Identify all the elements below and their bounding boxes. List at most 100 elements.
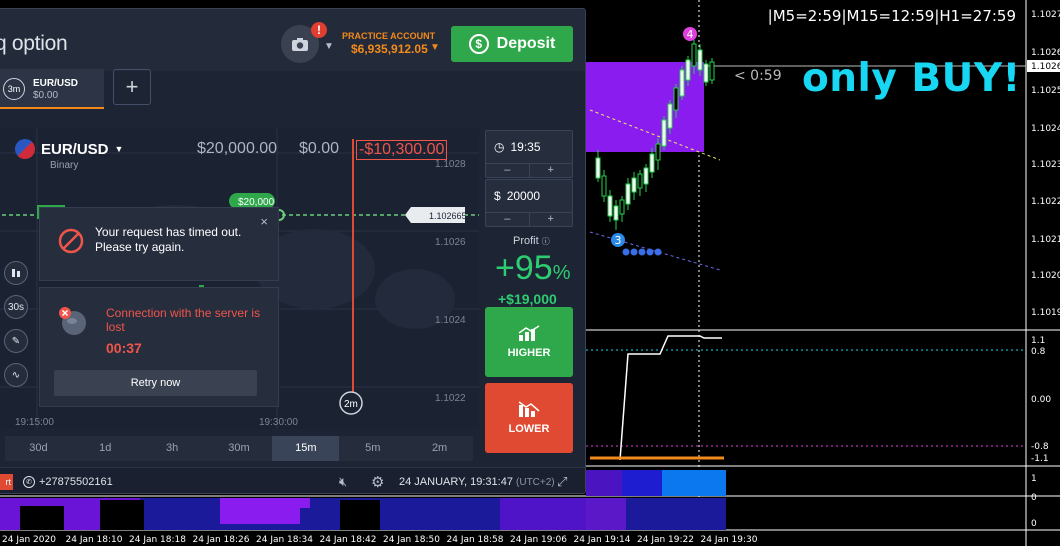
- iq-price-tick: 1.1028: [435, 159, 466, 170]
- expiry-time-value: 19:35: [510, 140, 541, 154]
- expiry-time-field[interactable]: ◷ 19:35 – +: [485, 130, 573, 178]
- profit-label-text: Profit: [513, 235, 539, 247]
- asset-tab-eurusd[interactable]: 3m EUR/USD $0.00: [0, 69, 104, 109]
- mt-indicator-tick: 1.1: [1031, 336, 1045, 346]
- timeout-message: Your request has timed out. Please try a…: [95, 225, 242, 254]
- period-2m[interactable]: 2m: [406, 436, 473, 461]
- tab-timeframe: 3m: [3, 78, 25, 100]
- mt-candle: [619, 199, 625, 215]
- account-balance[interactable]: $6,935,912.05: [351, 42, 428, 56]
- chart-type-button[interactable]: [4, 261, 28, 285]
- eu-us-flag-icon: [15, 139, 35, 159]
- lower-label: LOWER: [508, 423, 550, 435]
- iq-option-window: q option ! ▼ PRACTICE ACCOUNT $6,935,912…: [0, 8, 586, 494]
- mt-candle: [625, 183, 631, 205]
- investment-plus-button[interactable]: +: [528, 213, 573, 226]
- mt-indicator-tick: 0.00: [1031, 395, 1051, 405]
- mt-time-tick: 24 Jan 18:34: [256, 535, 313, 545]
- mt-bar-countdown: < 0:59: [734, 68, 782, 84]
- mt-price-tick: 1.1026: [1031, 48, 1060, 58]
- mt-indicator-tick: -1.1: [1031, 454, 1049, 464]
- indicator-wave-icon: ∿: [11, 369, 21, 381]
- mt-time-tick: 24 Jan 18:50: [383, 535, 440, 545]
- mt-price-tick: 1.1022: [1031, 197, 1060, 207]
- mt-lower-tick: 0: [1031, 493, 1037, 503]
- iq-expiry-badge: 2m: [344, 399, 358, 410]
- mt-time-tick: 24 Jan 18:26: [193, 535, 250, 545]
- clock-icon: ◷: [494, 140, 505, 154]
- expiry-minus-button[interactable]: –: [486, 164, 529, 177]
- chevron-down-icon[interactable]: ▼: [324, 41, 334, 52]
- expiry-plus-button[interactable]: +: [528, 164, 573, 177]
- mt-candle: [703, 63, 709, 83]
- amount-loss: -$10,300.00: [356, 140, 448, 160]
- retry-button[interactable]: Retry now: [54, 370, 257, 396]
- add-tab-button[interactable]: +: [113, 69, 151, 105]
- gear-icon[interactable]: ⚙: [371, 473, 384, 491]
- higher-button[interactable]: HIGHER: [485, 307, 573, 377]
- asset-name: EUR/USD: [41, 140, 109, 158]
- mt-candle: [637, 173, 643, 189]
- investment-value: 20000: [506, 189, 541, 203]
- chart-up-icon: [518, 325, 540, 341]
- period-15m[interactable]: 15m: [272, 436, 340, 461]
- mt-candle: [595, 157, 601, 179]
- iq-footer: rt ✆ +27875502161 🔇︎ ⚙ 24 JANUARY, 19:31…: [0, 467, 585, 493]
- mt-candle: [709, 61, 715, 81]
- reconnect-timer: 00:37: [106, 340, 142, 356]
- investment-field[interactable]: $20000 – +: [485, 179, 573, 227]
- deposit-button[interactable]: $ Deposit: [451, 26, 573, 62]
- fullscreen-icon[interactable]: ⤢: [557, 474, 567, 490]
- period-5m[interactable]: 5m: [339, 436, 406, 461]
- asset-selector[interactable]: EUR/USD ▼: [15, 139, 123, 159]
- time-tick: 19:15:00: [15, 417, 54, 428]
- higher-label: HIGHER: [507, 347, 551, 359]
- indicators-button[interactable]: ∿: [4, 363, 28, 387]
- time-tick: 19:30:00: [259, 417, 298, 428]
- mt-timeframe-timers: |M5=2:59|M15=12:59|H1=27:59: [767, 7, 1016, 25]
- info-icon[interactable]: ⓘ: [542, 237, 550, 246]
- profit-label: Profit ⓘ: [513, 235, 550, 247]
- period-30m[interactable]: 30m: [206, 436, 273, 461]
- period-1d[interactable]: 1d: [72, 436, 139, 461]
- iq-header: q option ! ▼ PRACTICE ACCOUNT $6,935,912…: [0, 9, 585, 71]
- account-type-label[interactable]: PRACTICE ACCOUNT: [342, 31, 435, 41]
- timeframe-button[interactable]: 30s: [4, 295, 28, 319]
- dollar-sign: $: [494, 189, 501, 203]
- mt-candle: [643, 167, 649, 185]
- lower-button[interactable]: LOWER: [485, 383, 573, 453]
- chart-down-icon: [518, 401, 540, 417]
- support-phone-number: +27875502161: [39, 476, 113, 488]
- drawing-tool-button[interactable]: ✎: [4, 329, 28, 353]
- footer-timezone: (UTC+2): [516, 477, 555, 488]
- deposit-label: Deposit: [496, 35, 556, 52]
- mt-time-tick: 24 Jan 19:22: [637, 535, 694, 545]
- candles-icon: [12, 269, 20, 277]
- iq-price-tick: 1.1024: [435, 315, 466, 326]
- footer-tag[interactable]: rt: [0, 474, 13, 490]
- mt-candle: [691, 43, 697, 67]
- period-3h[interactable]: 3h: [139, 436, 206, 461]
- mt-candle: [613, 205, 619, 221]
- pencil-icon: ✎: [11, 335, 21, 347]
- support-phone[interactable]: ✆ +27875502161: [23, 476, 113, 488]
- mt-time-tick: 24 Jan 19:06: [510, 535, 567, 545]
- iq-logo: q option: [0, 32, 68, 55]
- iq-current-price: 1.102665: [429, 211, 467, 221]
- camera-icon: [292, 37, 308, 51]
- mt-candle: [601, 175, 607, 197]
- mute-icon[interactable]: 🔇︎: [339, 474, 347, 490]
- timeout-toast: Your request has timed out. Please try a…: [39, 207, 279, 281]
- investment-minus-button[interactable]: –: [486, 213, 529, 226]
- mt-time-tick: 24 Jan 18:10: [66, 535, 123, 545]
- connection-lost-toast: Connection with the server is lost 00:37…: [39, 287, 279, 407]
- alert-badge: !: [311, 22, 327, 38]
- profit-percent-sign: %: [552, 262, 571, 284]
- globe-error-icon: [59, 307, 86, 335]
- mt-price-tick: 1.1027: [1031, 10, 1060, 20]
- period-30d[interactable]: 30d: [5, 436, 72, 461]
- close-icon[interactable]: ×: [260, 214, 268, 229]
- mt-time-tick: 24 Jan 18:18: [129, 535, 186, 545]
- account-chevron-icon[interactable]: ▼: [430, 42, 440, 53]
- footer-datetime-value: 24 JANUARY, 19:31:47: [399, 476, 513, 488]
